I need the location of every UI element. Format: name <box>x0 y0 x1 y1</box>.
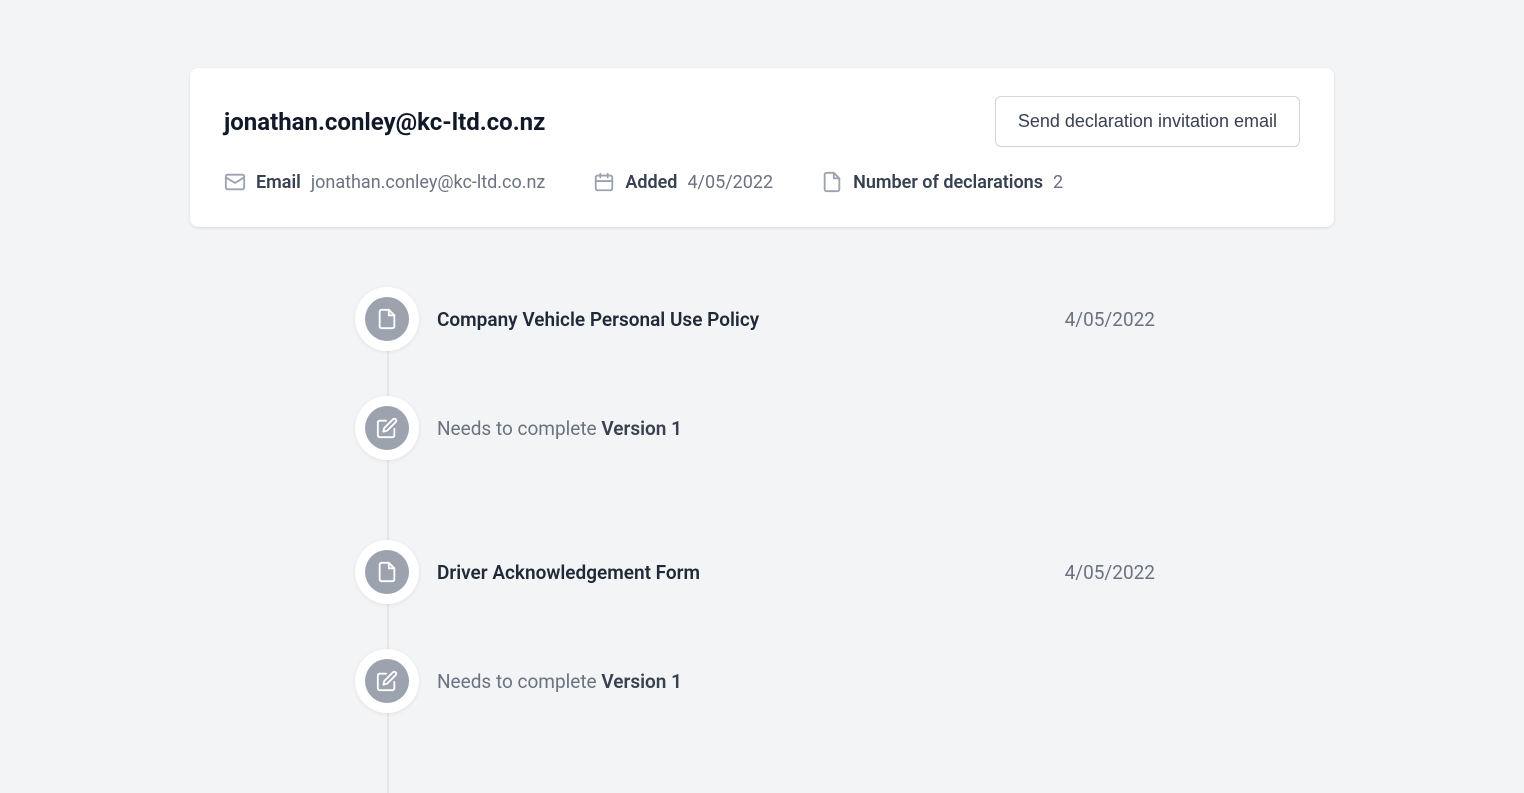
meta-added-label: Added <box>625 172 677 193</box>
timeline-connector <box>387 713 389 793</box>
timeline-bubble <box>355 396 419 460</box>
file-icon <box>821 171 843 193</box>
timeline-connector <box>387 351 389 396</box>
timeline-connector <box>387 604 389 649</box>
meta-declarations-label: Number of declarations <box>853 172 1043 193</box>
meta-declarations-value: 2 <box>1053 172 1063 193</box>
declaration-version: Version 1 <box>601 417 682 440</box>
edit-icon <box>376 670 398 692</box>
mail-icon <box>224 171 246 193</box>
declaration-version: Version 1 <box>601 670 682 693</box>
timeline: Company Vehicle Personal Use Policy 4/05… <box>355 287 1155 793</box>
timeline-bubble <box>355 540 419 604</box>
send-declaration-invitation-button[interactable]: Send declaration invitation email <box>995 96 1300 147</box>
timeline-item: Driver Acknowledgement Form 4/05/2022 <box>355 540 1155 649</box>
timeline-bubble <box>355 287 419 351</box>
meta-added: Added 4/05/2022 <box>593 171 773 193</box>
timeline-bubble <box>355 649 419 713</box>
timeline-item: Company Vehicle Personal Use Policy 4/05… <box>355 287 1155 396</box>
declaration-status: Needs to complete <box>437 417 601 440</box>
meta-declarations: Number of declarations 2 <box>821 171 1063 193</box>
meta-added-value: 4/05/2022 <box>687 172 773 193</box>
user-header-card: jonathan.conley@kc-ltd.co.nz Send declar… <box>190 68 1334 227</box>
page-title: jonathan.conley@kc-ltd.co.nz <box>224 108 545 136</box>
declaration-title: Company Vehicle Personal Use Policy <box>437 308 759 331</box>
declaration-status: Needs to complete <box>437 670 601 693</box>
document-icon <box>376 561 398 583</box>
meta-email-value: jonathan.conley@kc-ltd.co.nz <box>311 172 546 193</box>
timeline-item: Needs to complete Version 1 <box>355 649 1155 793</box>
declaration-title: Driver Acknowledgement Form <box>437 561 700 584</box>
declaration-date: 4/05/2022 <box>1065 308 1155 331</box>
edit-icon <box>376 417 398 439</box>
timeline-item: Needs to complete Version 1 <box>355 396 1155 540</box>
meta-email-label: Email <box>256 172 301 193</box>
document-icon <box>376 308 398 330</box>
declaration-date: 4/05/2022 <box>1065 561 1155 584</box>
calendar-icon <box>593 171 615 193</box>
timeline-connector <box>387 460 389 540</box>
meta-email: Email jonathan.conley@kc-ltd.co.nz <box>224 171 545 193</box>
meta-row: Email jonathan.conley@kc-ltd.co.nz Added… <box>224 171 1300 193</box>
